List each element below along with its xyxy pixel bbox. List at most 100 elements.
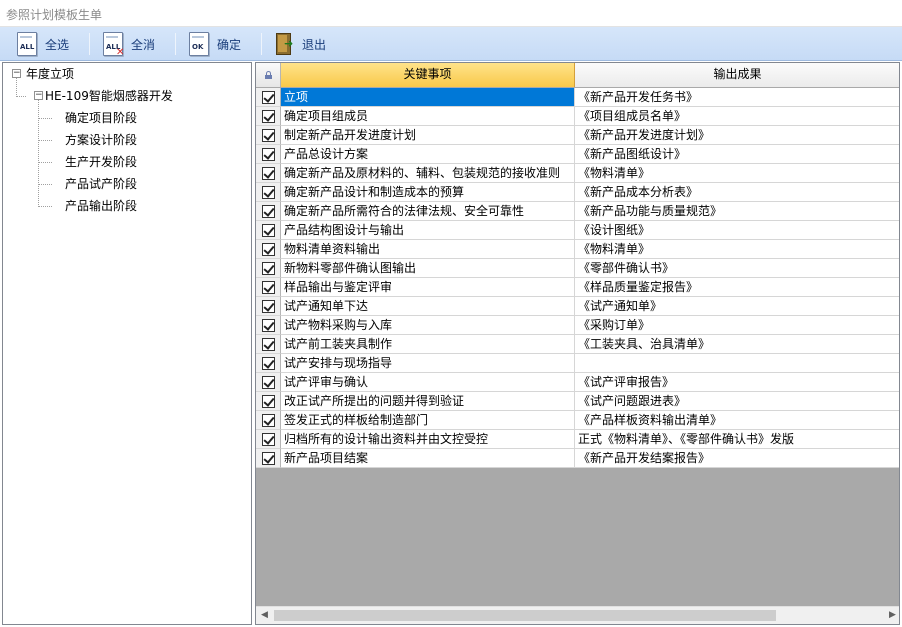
checkbox-checked-icon[interactable]	[262, 224, 275, 237]
table-row[interactable]: 新产品项目结案 《新产品开发结案报告》	[256, 449, 899, 468]
tree-node-stage[interactable]: 产品试产阶段	[64, 175, 138, 193]
key-item-cell[interactable]: 产品结构图设计与输出	[281, 221, 575, 240]
row-checkbox-cell[interactable]	[256, 183, 281, 202]
output-cell[interactable]: 《项目组成员名单》	[575, 107, 899, 126]
row-checkbox-cell[interactable]	[256, 164, 281, 183]
output-cell[interactable]: 《试产通知单》	[575, 297, 899, 316]
output-cell[interactable]	[575, 354, 899, 373]
confirm-button[interactable]: OK 确定	[189, 31, 241, 57]
tree-node-stage[interactable]: 确定项目阶段	[64, 109, 138, 127]
checkbox-checked-icon[interactable]	[262, 281, 275, 294]
tree-node-annual-project[interactable]: 年度立项	[25, 65, 75, 83]
column-header-output[interactable]: 输出成果	[575, 63, 899, 87]
table-row[interactable]: 试产安排与现场指导	[256, 354, 899, 373]
row-checkbox-cell[interactable]	[256, 240, 281, 259]
tree-project-expander[interactable]: −	[34, 91, 43, 100]
table-row[interactable]: 制定新产品开发进度计划 《新产品开发进度计划》	[256, 126, 899, 145]
checkbox-checked-icon[interactable]	[262, 110, 275, 123]
table-row[interactable]: 确定项目组成员 《项目组成员名单》	[256, 107, 899, 126]
table-row[interactable]: 物料清单资料输出 《物料清单》	[256, 240, 899, 259]
row-checkbox-cell[interactable]	[256, 202, 281, 221]
row-checkbox-cell[interactable]	[256, 126, 281, 145]
output-cell[interactable]: 《试产评审报告》	[575, 373, 899, 392]
scrollbar-thumb[interactable]	[274, 610, 776, 621]
checkbox-checked-icon[interactable]	[262, 148, 275, 161]
scroll-left-icon[interactable]: ◀	[256, 607, 273, 624]
row-checkbox-cell[interactable]	[256, 449, 281, 468]
row-checkbox-cell[interactable]	[256, 335, 281, 354]
horizontal-scrollbar[interactable]: ◀ ▶	[256, 606, 899, 624]
checkbox-checked-icon[interactable]	[262, 433, 275, 446]
table-row[interactable]: 产品总设计方案 《新产品图纸设计》	[256, 145, 899, 164]
key-item-cell[interactable]: 试产前工装夹具制作	[281, 335, 575, 354]
output-cell[interactable]: 《新产品成本分析表》	[575, 183, 899, 202]
checkbox-checked-icon[interactable]	[262, 91, 275, 104]
key-item-cell[interactable]: 立项	[281, 88, 575, 107]
row-checkbox-cell[interactable]	[256, 316, 281, 335]
output-cell[interactable]: 《零部件确认书》	[575, 259, 899, 278]
row-checkbox-cell[interactable]	[256, 411, 281, 430]
checkbox-checked-icon[interactable]	[262, 205, 275, 218]
tree-node-stage[interactable]: 产品输出阶段	[64, 197, 138, 215]
output-cell[interactable]: 《采购订单》	[575, 316, 899, 335]
key-item-cell[interactable]: 确定项目组成员	[281, 107, 575, 126]
table-row[interactable]: 确定新产品所需符合的法律法规、安全可靠性 《新产品功能与质量规范》	[256, 202, 899, 221]
key-item-cell[interactable]: 产品总设计方案	[281, 145, 575, 164]
key-item-cell[interactable]: 确定新产品所需符合的法律法规、安全可靠性	[281, 202, 575, 221]
stage-tree[interactable]: − 年度立项 − HE-109智能烟感器开发 确定项目阶段 方案设计阶段 生产开…	[2, 62, 252, 625]
row-checkbox-cell[interactable]	[256, 430, 281, 449]
row-checkbox-cell[interactable]	[256, 88, 281, 107]
row-checkbox-cell[interactable]	[256, 373, 281, 392]
column-lock-header[interactable]	[256, 63, 281, 87]
output-cell[interactable]: 《工装夹具、治具清单》	[575, 335, 899, 354]
output-cell[interactable]: 正式《物料清单》、《零部件确认书》发版	[575, 430, 899, 449]
key-item-cell[interactable]: 试产安排与现场指导	[281, 354, 575, 373]
table-row[interactable]: 试产物料采购与入库 《采购订单》	[256, 316, 899, 335]
key-item-cell[interactable]: 制定新产品开发进度计划	[281, 126, 575, 145]
checkbox-checked-icon[interactable]	[262, 167, 275, 180]
checkbox-checked-icon[interactable]	[262, 376, 275, 389]
table-row[interactable]: 样品输出与鉴定评审 《样品质量鉴定报告》	[256, 278, 899, 297]
key-item-cell[interactable]: 样品输出与鉴定评审	[281, 278, 575, 297]
row-checkbox-cell[interactable]	[256, 107, 281, 126]
key-item-cell[interactable]: 物料清单资料输出	[281, 240, 575, 259]
checkbox-checked-icon[interactable]	[262, 395, 275, 408]
key-item-cell[interactable]: 新产品项目结案	[281, 449, 575, 468]
key-item-cell[interactable]: 确定新产品及原材料的、辅料、包装规范的接收准则	[281, 164, 575, 183]
table-row[interactable]: 试产前工装夹具制作 《工装夹具、治具清单》	[256, 335, 899, 354]
table-row[interactable]: 试产评审与确认 《试产评审报告》	[256, 373, 899, 392]
exit-button[interactable]: ➜ 退出	[274, 31, 326, 57]
key-item-cell[interactable]: 试产通知单下达	[281, 297, 575, 316]
table-row[interactable]: 新物料零部件确认图输出 《零部件确认书》	[256, 259, 899, 278]
row-checkbox-cell[interactable]	[256, 278, 281, 297]
tree-node-stage[interactable]: 方案设计阶段	[64, 131, 138, 149]
checkbox-checked-icon[interactable]	[262, 262, 275, 275]
row-checkbox-cell[interactable]	[256, 145, 281, 164]
checkbox-checked-icon[interactable]	[262, 338, 275, 351]
checkbox-checked-icon[interactable]	[262, 319, 275, 332]
output-cell[interactable]: 《物料清单》	[575, 164, 899, 183]
key-item-cell[interactable]: 归档所有的设计输出资料并由文控受控	[281, 430, 575, 449]
key-item-cell[interactable]: 签发正式的样板给制造部门	[281, 411, 575, 430]
output-cell[interactable]: 《样品质量鉴定报告》	[575, 278, 899, 297]
table-row[interactable]: 改正试产所提出的问题并得到验证 《试产问题跟进表》	[256, 392, 899, 411]
row-checkbox-cell[interactable]	[256, 259, 281, 278]
checkbox-checked-icon[interactable]	[262, 452, 275, 465]
table-row[interactable]: 归档所有的设计输出资料并由文控受控 正式《物料清单》、《零部件确认书》发版	[256, 430, 899, 449]
checkbox-checked-icon[interactable]	[262, 243, 275, 256]
output-cell[interactable]: 《产品样板资料输出清单》	[575, 411, 899, 430]
checkbox-checked-icon[interactable]	[262, 300, 275, 313]
table-row[interactable]: 产品结构图设计与输出 《设计图纸》	[256, 221, 899, 240]
key-item-cell[interactable]: 新物料零部件确认图输出	[281, 259, 575, 278]
output-cell[interactable]: 《新产品开发进度计划》	[575, 126, 899, 145]
output-cell[interactable]: 《新产品开发结案报告》	[575, 449, 899, 468]
tree-root-expander[interactable]: −	[12, 69, 21, 78]
table-row[interactable]: 试产通知单下达 《试产通知单》	[256, 297, 899, 316]
output-cell[interactable]: 《新产品开发任务书》	[575, 88, 899, 107]
key-item-cell[interactable]: 确定新产品设计和制造成本的预算	[281, 183, 575, 202]
checkbox-checked-icon[interactable]	[262, 414, 275, 427]
select-all-button[interactable]: ALL 全选	[17, 31, 69, 57]
deselect-all-button[interactable]: ALL ✕ 全消	[103, 31, 155, 58]
table-row[interactable]: 签发正式的样板给制造部门 《产品样板资料输出清单》	[256, 411, 899, 430]
row-checkbox-cell[interactable]	[256, 297, 281, 316]
